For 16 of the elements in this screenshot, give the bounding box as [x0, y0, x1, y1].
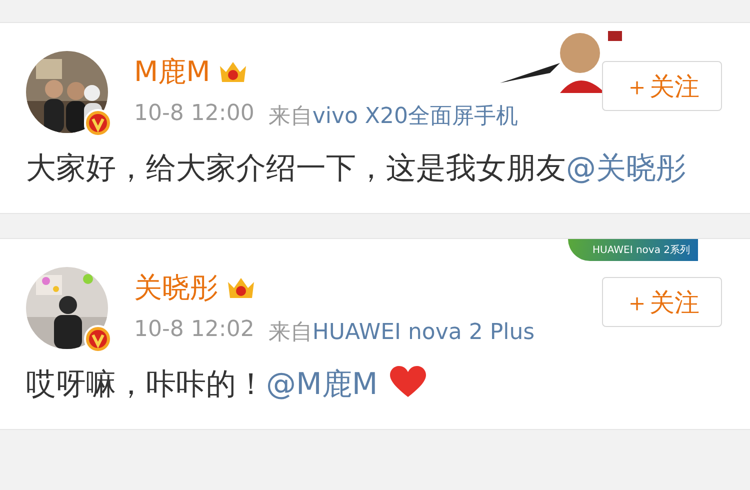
follow-button[interactable]: ＋关注 — [602, 61, 722, 111]
verified-badge-icon — [84, 109, 112, 137]
author-name[interactable]: M鹿M — [134, 53, 210, 91]
mention-link[interactable]: @关晓彤 — [566, 151, 686, 186]
heart-icon — [390, 366, 426, 398]
post-source: 来自vivo X20全面屏手机 — [268, 103, 518, 131]
author-name[interactable]: 关晓彤 — [134, 269, 218, 307]
post-time: 10-8 12:00 — [134, 101, 254, 128]
verified-badge-icon — [84, 325, 112, 353]
post-time: 10-8 12:02 — [134, 317, 254, 344]
post-text: 哎呀嘛，咔咔的！@M鹿M — [26, 363, 724, 407]
post-text: 大家好，给大家介绍一下，这是我女朋友@关晓彤 — [26, 150, 687, 188]
mention-link[interactable]: @M鹿M — [266, 367, 378, 402]
banner-text: HUAWEI nova 2系列 — [592, 244, 690, 257]
post-source: 来自 HUAWEI nova 2 Plus — [268, 319, 535, 347]
follow-button[interactable]: ＋关注 — [602, 277, 722, 327]
